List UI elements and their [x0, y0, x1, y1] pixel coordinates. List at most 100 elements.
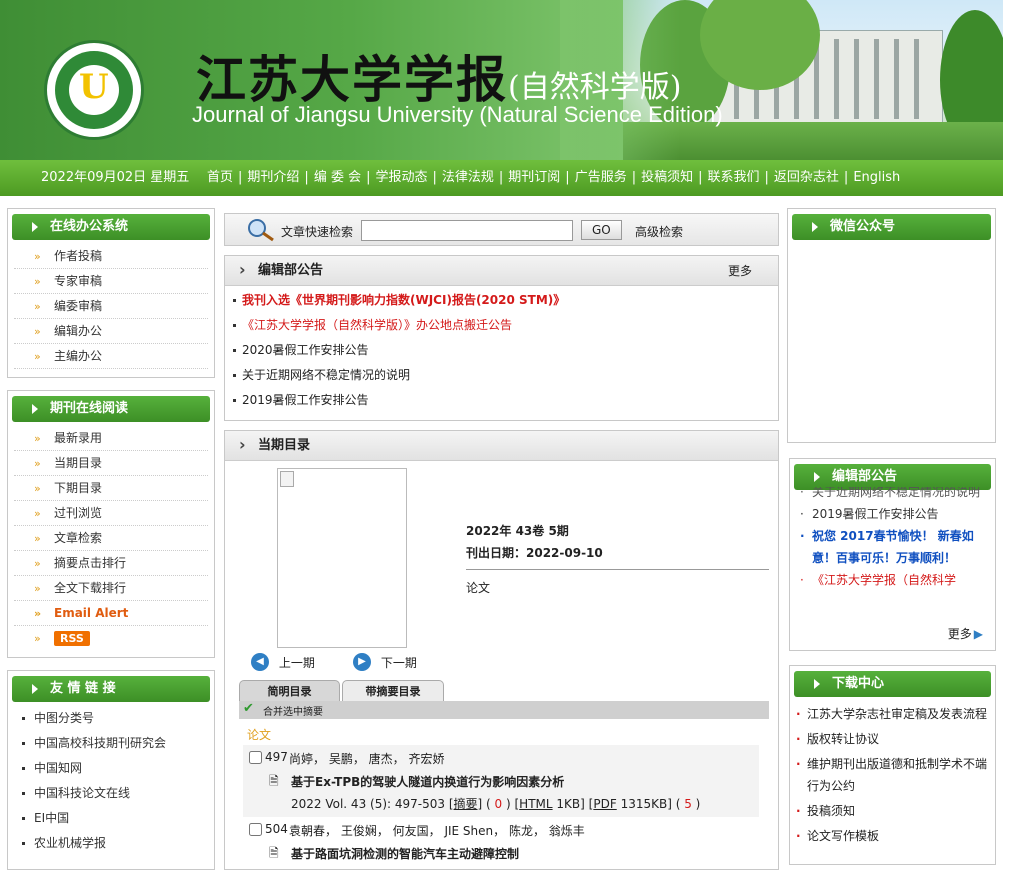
tab-brief[interactable]: 简明目录 [239, 680, 340, 701]
advanced-search-link[interactable]: 高级检索 [635, 223, 683, 240]
notice-item[interactable]: 2019暑假工作安排公告 [225, 388, 778, 413]
more-arrow-icon: ▶ [973, 627, 983, 641]
html-size: 1KB [556, 797, 581, 811]
article-checkbox[interactable] [249, 823, 262, 836]
reading-search[interactable]: 文章检索 [14, 526, 208, 551]
cover-image[interactable] [277, 468, 407, 648]
notice-item[interactable]: 我刊入选《世界期刊影响力指数(WJCI)报告(2020 STM)》 [225, 288, 778, 313]
article-doc-icon: 🗎 [269, 774, 279, 788]
search-icon [245, 218, 275, 242]
right-notice-panel: 编辑部公告 · 关于近期网络不稳定情况的说明 · 2019暑假工作安排公告 · 祝您 … [789, 458, 996, 651]
link-csam[interactable]: 农业机械学报 [8, 831, 214, 856]
tab-with-abstract[interactable]: 带摘要目录 [342, 680, 444, 701]
article-abstract-link[interactable]: 摘要 [454, 797, 478, 811]
abstract-count: 0 [494, 797, 503, 811]
right-notice-item[interactable]: · 关于近期网络不稳定情况的说明 [798, 487, 984, 503]
right-notice-item[interactable]: · 祝您 2017春节愉快！ 新春如意！百事可乐！万事顺利！ [798, 525, 984, 569]
journal-title-cn-suffix: (自然科学版) [508, 70, 682, 105]
download-item[interactable]: 投稿须知 [790, 800, 995, 822]
office-chief-editor[interactable]: 主编办公 [14, 344, 208, 369]
article-page: 504 [265, 822, 288, 836]
nav-home[interactable]: 首页 [207, 170, 233, 185]
article-title[interactable]: 基于路面坑洞检测的智能汽车主动避障控制 [291, 845, 519, 862]
link-ei-china[interactable]: EI中国 [8, 806, 214, 831]
download-item[interactable]: 维护期刊出版道德和抵制学术不端行为公约 [790, 753, 995, 797]
notice-item[interactable]: 关于近期网络不稳定情况的说明 [225, 363, 778, 388]
article-authors: 尚婷， 吴鹏， 唐杰， 齐宏娇 [289, 752, 445, 766]
links-panel: 友 情 链 接 中图分类号 中国高校科技期刊研究会 中国知网 中国科技论文在线 … [7, 670, 215, 870]
next-issue-button[interactable]: ▶ 下一期 [353, 653, 417, 671]
issue-number: 2022年 43卷 5期 [466, 524, 569, 538]
reading-archive[interactable]: 过刊浏览 [14, 501, 208, 526]
nav-law[interactable]: 法律法规 [442, 170, 494, 185]
right-notice-item[interactable]: · 《江苏大学学报（自然科学 [798, 569, 984, 591]
nav-intro[interactable]: 期刊介绍 [247, 170, 299, 185]
reading-next[interactable]: 下期目录 [14, 476, 208, 501]
article-html-link[interactable]: HTML [519, 797, 552, 811]
merge-abstract-link[interactable]: 合并选中摘要 [263, 703, 323, 718]
article-pdf-link[interactable]: PDF [593, 797, 616, 811]
office-expert-review[interactable]: 专家审稿 [14, 269, 208, 294]
next-arrow-icon: ▶ [353, 653, 371, 671]
nav-back[interactable]: 返回杂志社 [774, 170, 839, 185]
journal-title-en: Journal of Jiangsu University (Natural S… [192, 102, 723, 127]
right-notice-item[interactable]: · 2019暑假工作安排公告 [798, 503, 984, 525]
journal-title-cn-main: 江苏大学学报 [196, 50, 508, 109]
issue-section-label: 论文 [466, 581, 491, 595]
notice-more-link[interactable]: 更多 [728, 256, 752, 286]
article-citation: 2022 Vol. 43 (5): 497-503 [291, 797, 446, 811]
notice-item[interactable]: 2020暑假工作安排公告 [225, 338, 778, 363]
reading-current[interactable]: 当期目录 [14, 451, 208, 476]
email-alert-link[interactable]: Email Alert [14, 601, 208, 626]
search-bar: 文章快速检索 GO 高级检索 [224, 213, 779, 246]
article-page: 497 [265, 750, 288, 764]
download-item[interactable]: 江苏大学杂志社审定稿及发表流程 [790, 703, 995, 725]
nav-english[interactable]: English [853, 170, 900, 185]
rss-badge[interactable]: RSS [54, 631, 90, 646]
notice-item[interactable]: 《江苏大学学报（自然科学版）》办公地点搬迁公告 [225, 313, 778, 338]
university-logo: 1902 U [44, 40, 144, 140]
logo-year: 1902 [85, 59, 103, 67]
reading-abstract-rank[interactable]: 摘要点击排行 [14, 551, 208, 576]
nav-news[interactable]: 学报动态 [375, 170, 427, 185]
current-issue-box: 当期目录 2022年 43卷 5期 刊出日期：2022-09-10 论文 ◀ 上… [224, 430, 779, 870]
office-author-submit[interactable]: 作者投稿 [14, 244, 208, 269]
nav-contact[interactable]: 联系我们 [708, 170, 760, 185]
download-panel-title: 下载中心 [794, 671, 991, 697]
nav-ads[interactable]: 广告服务 [575, 170, 627, 185]
right-notice-more[interactable]: 更多 ▶ [948, 625, 983, 642]
check-icon[interactable]: ✔ [243, 701, 254, 716]
issue-date: 刊出日期：2022-09-10 [466, 546, 603, 560]
article-title[interactable]: 基于Ex-TPB的驾驶人隧道内换道行为影响因素分析 [291, 773, 564, 790]
nav-links: 首页 | 期刊介绍 | 编 委 会 | 学报动态 | 法律法规 | 期刊订阅 | 广告服务 | 投稿须知 | 联… [207, 170, 901, 185]
reading-latest[interactable]: 最新录用 [14, 426, 208, 451]
search-input[interactable] [361, 220, 573, 241]
article-entry: 497 尚婷， 吴鹏， 唐杰， 齐宏娇 🗎 基于Ex-TPB的驾驶人隧道内换道行… [243, 745, 759, 817]
link-paper-online[interactable]: 中国科技论文在线 [8, 781, 214, 806]
download-item[interactable]: 论文写作模板 [790, 825, 995, 847]
notice-title: 编辑部公告 [258, 263, 324, 278]
wechat-panel-title: 微信公众号 [792, 214, 991, 240]
link-clc[interactable]: 中图分类号 [8, 706, 214, 731]
links-panel-title: 友 情 链 接 [12, 676, 210, 702]
office-board-review[interactable]: 编委审稿 [14, 294, 208, 319]
toc-section-heading: 论文 [247, 728, 272, 742]
prev-arrow-icon: ◀ [251, 653, 269, 671]
download-item[interactable]: 版权转让协议 [790, 728, 995, 750]
nav-submission-guide[interactable]: 投稿须知 [641, 170, 693, 185]
link-cnki[interactable]: 中国知网 [8, 756, 214, 781]
search-go-button[interactable]: GO [581, 220, 622, 240]
article-checkbox[interactable] [249, 751, 262, 764]
main-nav: 2022年09月02日 星期五 首页 | 期刊介绍 | 编 委 会 | 学报动态 | 法律法规 |… [0, 160, 1003, 196]
link-cujs[interactable]: 中国高校科技期刊研究会 [8, 731, 214, 756]
site-banner: 1902 U 江苏大学学报(自然科学版) Journal of Jiangsu … [0, 0, 1003, 160]
office-editor[interactable]: 编辑办公 [14, 319, 208, 344]
reading-panel-title: 期刊在线阅读 [12, 396, 210, 422]
merge-bar: ✔ 合并选中摘要 [239, 701, 769, 719]
prev-issue-button[interactable]: ◀ 上一期 [251, 653, 315, 671]
nav-subscribe[interactable]: 期刊订阅 [508, 170, 560, 185]
nav-editorial-board[interactable]: 编 委 会 [314, 170, 361, 185]
reading-download-rank[interactable]: 全文下载排行 [14, 576, 208, 601]
prev-issue-label: 上一期 [278, 655, 315, 670]
office-panel: 在线办公系统 作者投稿 专家审稿 编委审稿 编辑办公 主编办公 [7, 208, 215, 378]
